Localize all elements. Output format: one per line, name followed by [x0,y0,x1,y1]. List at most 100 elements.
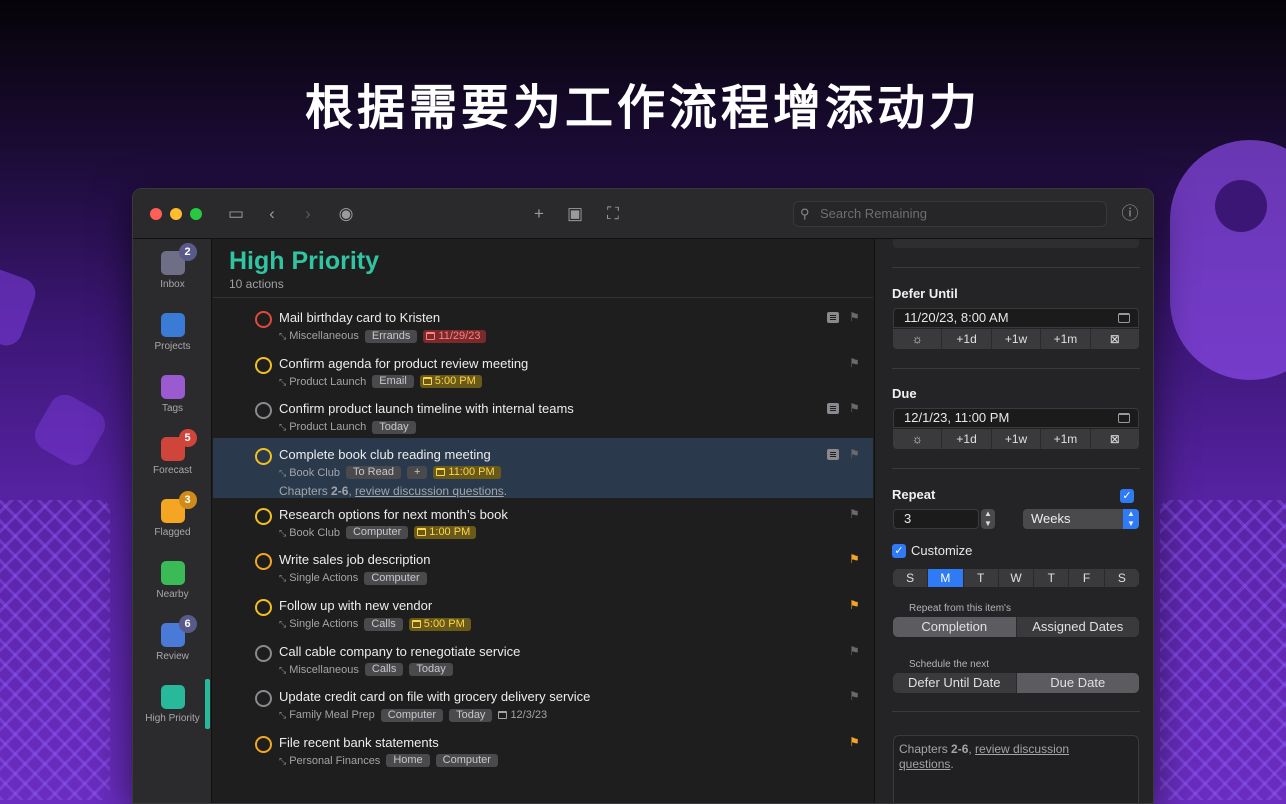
completion-option[interactable]: Completion [893,617,1017,637]
tag-chip[interactable]: Computer [380,708,444,722]
note-link[interactable]: review discussion [975,742,1069,756]
tag-chip[interactable]: Home [386,754,430,768]
inbox-capture-icon[interactable]: ▣ [564,203,586,225]
tag-chip[interactable]: Errands [364,329,418,343]
due-clear-button[interactable]: ⊠ [1091,429,1139,449]
weekday-option[interactable]: S [1105,569,1139,587]
status-circle[interactable] [255,356,272,374]
flag-icon[interactable]: ⚑ [849,311,861,324]
defer-plus-1d-button[interactable]: +1d [942,329,992,349]
assigned-dates-option[interactable]: Assigned Dates [1017,617,1140,637]
repeat-count-stepper[interactable]: ▲ ▼ [981,509,995,529]
tag-chip[interactable]: Calls [364,617,403,631]
action-row[interactable]: File recent bank statements Personal Fina… [213,730,873,776]
weekday-option[interactable]: S [893,569,929,587]
weekday-option[interactable]: W [999,569,1035,587]
repeat-checkbox[interactable]: ✓ [1120,489,1134,503]
due-plus-1m-button[interactable]: +1m [1041,429,1091,449]
action-title[interactable]: Update credit card on file with grocery … [279,689,590,704]
action-row[interactable]: Confirm product launch timeline with int… [213,396,873,442]
note-link[interactable]: review discussion questions [355,484,504,498]
note-field[interactable]: Chapters 2-6, review discussion questions… [893,735,1139,803]
calendar-icon[interactable] [1118,313,1130,323]
status-circle[interactable] [255,402,272,420]
due-plus-1w-button[interactable]: +1w [992,429,1042,449]
tag-chip[interactable]: + [406,466,428,480]
status-circle[interactable] [255,507,272,525]
sidebar-item-high-priority[interactable]: High Priority [133,685,212,724]
action-row[interactable]: Write sales job description Single Action… [213,547,873,593]
sidebar-toggle-icon[interactable]: ▭ [225,203,247,225]
action-row[interactable]: Call cable company to renegotiate servic… [213,639,873,685]
tag-chip[interactable]: Calls [364,663,404,677]
action-title[interactable]: Write sales job description [279,552,431,567]
action-title[interactable]: Complete book club reading meeting [279,447,491,462]
flag-icon[interactable]: ⚑ [849,735,861,749]
action-row[interactable]: Complete book club reading meeting Book C… [213,437,873,498]
flag-icon[interactable]: ⚑ [849,553,861,566]
action-title[interactable]: Call cable company to renegotiate servic… [279,644,520,659]
due-date-option[interactable]: Due Date [1016,673,1139,693]
sidebar-item-projects[interactable]: Projects [133,313,212,352]
weekday-option[interactable]: M [928,569,964,587]
action-title[interactable]: Follow up with new vendor [279,598,432,613]
repeat-count-input[interactable]: 3 [893,509,979,529]
tag-chip[interactable]: Computer [364,571,427,585]
close-window-button[interactable] [150,208,162,220]
sidebar-item-forecast[interactable]: 5 Forecast [133,429,212,476]
flag-icon[interactable]: ⚑ [849,690,861,703]
calendar-icon[interactable] [1118,413,1130,423]
tag-chip[interactable]: Computer [345,526,409,540]
status-circle[interactable] [255,690,272,708]
view-options-eye-icon[interactable]: ◉ [335,203,357,225]
action-row[interactable]: Confirm agenda for product review meetin… [213,351,873,397]
focus-icon[interactable]: ⛶ [602,203,624,225]
action-row[interactable]: Follow up with new vendor Single Actions C… [213,593,873,639]
flag-icon[interactable]: ⚑ [849,644,861,658]
action-row[interactable]: Research options for next month’s book Bo… [213,502,873,548]
flag-icon[interactable]: ⚑ [849,599,861,612]
action-title[interactable]: Confirm agenda for product review meetin… [279,356,528,371]
action-title[interactable]: Research options for next month’s book [279,507,508,522]
repeat-unit-select[interactable]: Weeks ▲ ▼ [1023,509,1139,529]
defer-until-field[interactable]: 11/20/23, 8:00 AM [893,308,1139,328]
customize-checkbox[interactable]: ✓ [892,544,906,558]
due-field[interactable]: 12/1/23, 11:00 PM [893,408,1139,428]
tag-chip[interactable]: Computer [435,754,498,768]
status-circle[interactable] [255,447,272,465]
status-circle[interactable] [255,311,272,328]
defer-clear-button[interactable]: ⊠ [1091,329,1139,349]
tag-chip[interactable]: Today [449,708,493,722]
flag-icon[interactable]: ⚑ [849,507,861,521]
action-title[interactable]: Mail birthday card to Kristen [279,310,440,325]
tag-chip[interactable]: Today [409,663,453,677]
sidebar-item-flagged[interactable]: 3 Flagged [133,491,212,538]
tag-chip[interactable]: To Read [345,466,401,480]
info-icon[interactable]: ⓘ [1119,203,1141,225]
sidebar-item-nearby[interactable]: Nearby [133,561,212,600]
status-circle[interactable] [255,644,272,662]
sidebar-item-tags[interactable]: Tags [133,375,212,414]
search-input[interactable]: ⚲ Search Remaining [793,201,1107,227]
status-circle[interactable] [255,599,272,616]
back-icon[interactable]: ‹ [261,203,283,225]
sidebar-item-review[interactable]: 6 Review [133,615,212,662]
zoom-window-button[interactable] [190,208,202,220]
note-link[interactable]: questions [899,757,950,771]
status-circle[interactable] [255,735,272,753]
weekday-option[interactable]: F [1069,569,1105,587]
defer-until-date-option[interactable]: Defer Until Date [893,673,1017,693]
due-plus-1d-button[interactable]: +1d [942,429,992,449]
action-row[interactable]: Update credit card on file with grocery … [213,684,873,730]
forward-icon[interactable]: › [297,203,319,225]
action-title[interactable]: Confirm product launch timeline with int… [279,401,574,416]
status-circle[interactable] [255,553,272,571]
action-title[interactable]: File recent bank statements [279,735,439,750]
tag-chip[interactable]: Email [372,375,414,389]
sidebar-item-inbox[interactable]: 2 Inbox [133,243,212,290]
minimize-window-button[interactable] [170,208,182,220]
defer-plus-1w-button[interactable]: +1w [992,329,1042,349]
weekday-option[interactable]: T [1034,569,1070,587]
action-row[interactable]: Mail birthday card to Kristen Miscellaneo… [213,305,873,351]
due-today-button[interactable]: ☼ [893,429,943,449]
